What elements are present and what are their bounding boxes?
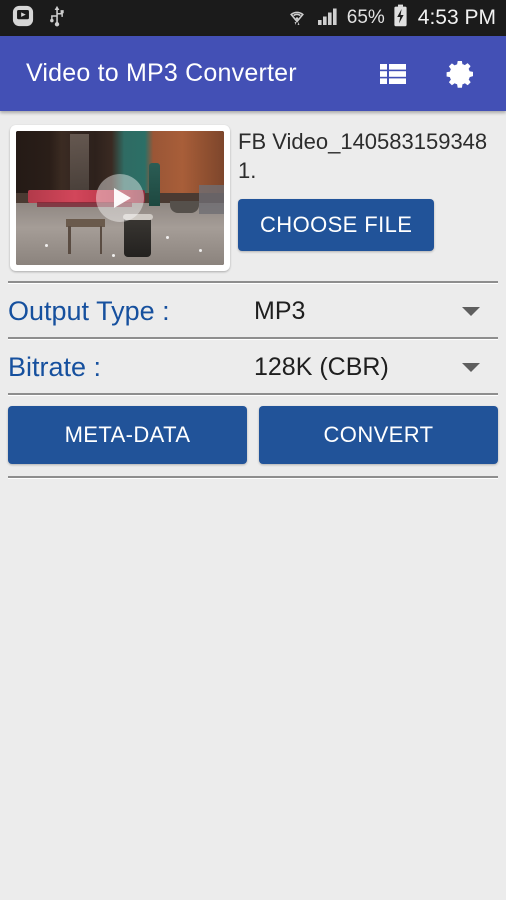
app-bar: Video to MP3 Converter xyxy=(0,36,506,111)
status-bar-right-icons: 65% 4:53 PM xyxy=(285,4,496,33)
action-buttons-row: META-DATA CONVERT xyxy=(0,396,506,476)
meta-data-button[interactable]: META-DATA xyxy=(8,406,247,464)
output-type-spinner[interactable]: MP3 xyxy=(254,297,498,326)
bitrate-spinner[interactable]: 128K (CBR) xyxy=(254,353,498,382)
battery-percent: 65% xyxy=(346,7,385,28)
convert-button[interactable]: CONVERT xyxy=(259,406,498,464)
cellular-signal-icon xyxy=(317,6,339,31)
divider xyxy=(8,476,498,479)
choose-file-button[interactable]: CHOOSE FILE xyxy=(238,199,435,252)
app-title: Video to MP3 Converter xyxy=(26,59,297,87)
video-thumbnail-image xyxy=(16,131,224,265)
usb-icon xyxy=(48,5,66,32)
output-type-value: MP3 xyxy=(254,297,306,325)
app-bar-actions xyxy=(376,57,488,91)
bitrate-row: Bitrate : 128K (CBR) xyxy=(0,340,506,393)
thumb-rack xyxy=(70,133,89,193)
chevron-down-icon xyxy=(462,307,480,316)
video-thumbnail[interactable] xyxy=(10,125,230,271)
thumb-table xyxy=(65,219,106,255)
output-type-label: Output Type : xyxy=(8,296,170,326)
output-type-row: Output Type : MP3 xyxy=(0,284,506,337)
bitrate-label: Bitrate : xyxy=(8,352,102,382)
gear-icon[interactable] xyxy=(444,57,478,91)
app-root: 65% 4:53 PM Video to MP3 Converter FB Vi… xyxy=(0,0,506,900)
list-view-icon[interactable] xyxy=(376,57,410,91)
main-content: FB Video_1405831593481. CHOOSE FILE Outp… xyxy=(0,111,506,479)
battery-charging-icon xyxy=(393,4,408,32)
selected-file-name: FB Video_1405831593481. xyxy=(238,129,488,184)
status-bar-left-icons xyxy=(12,5,66,32)
thumb-crate xyxy=(199,184,224,215)
thumb-bowl xyxy=(169,200,200,213)
thumb-person xyxy=(149,163,160,207)
file-selection-row: FB Video_1405831593481. CHOOSE FILE xyxy=(0,111,506,281)
screen-recorder-icon xyxy=(12,5,34,32)
file-info: FB Video_1405831593481. CHOOSE FILE xyxy=(230,125,496,252)
thumb-bin xyxy=(122,213,153,257)
status-clock: 4:53 PM xyxy=(417,6,496,29)
wifi-icon xyxy=(285,4,309,33)
status-bar: 65% 4:53 PM xyxy=(0,0,506,36)
bitrate-value: 128K (CBR) xyxy=(254,353,389,381)
chevron-down-icon xyxy=(462,363,480,372)
play-icon[interactable] xyxy=(96,174,144,222)
